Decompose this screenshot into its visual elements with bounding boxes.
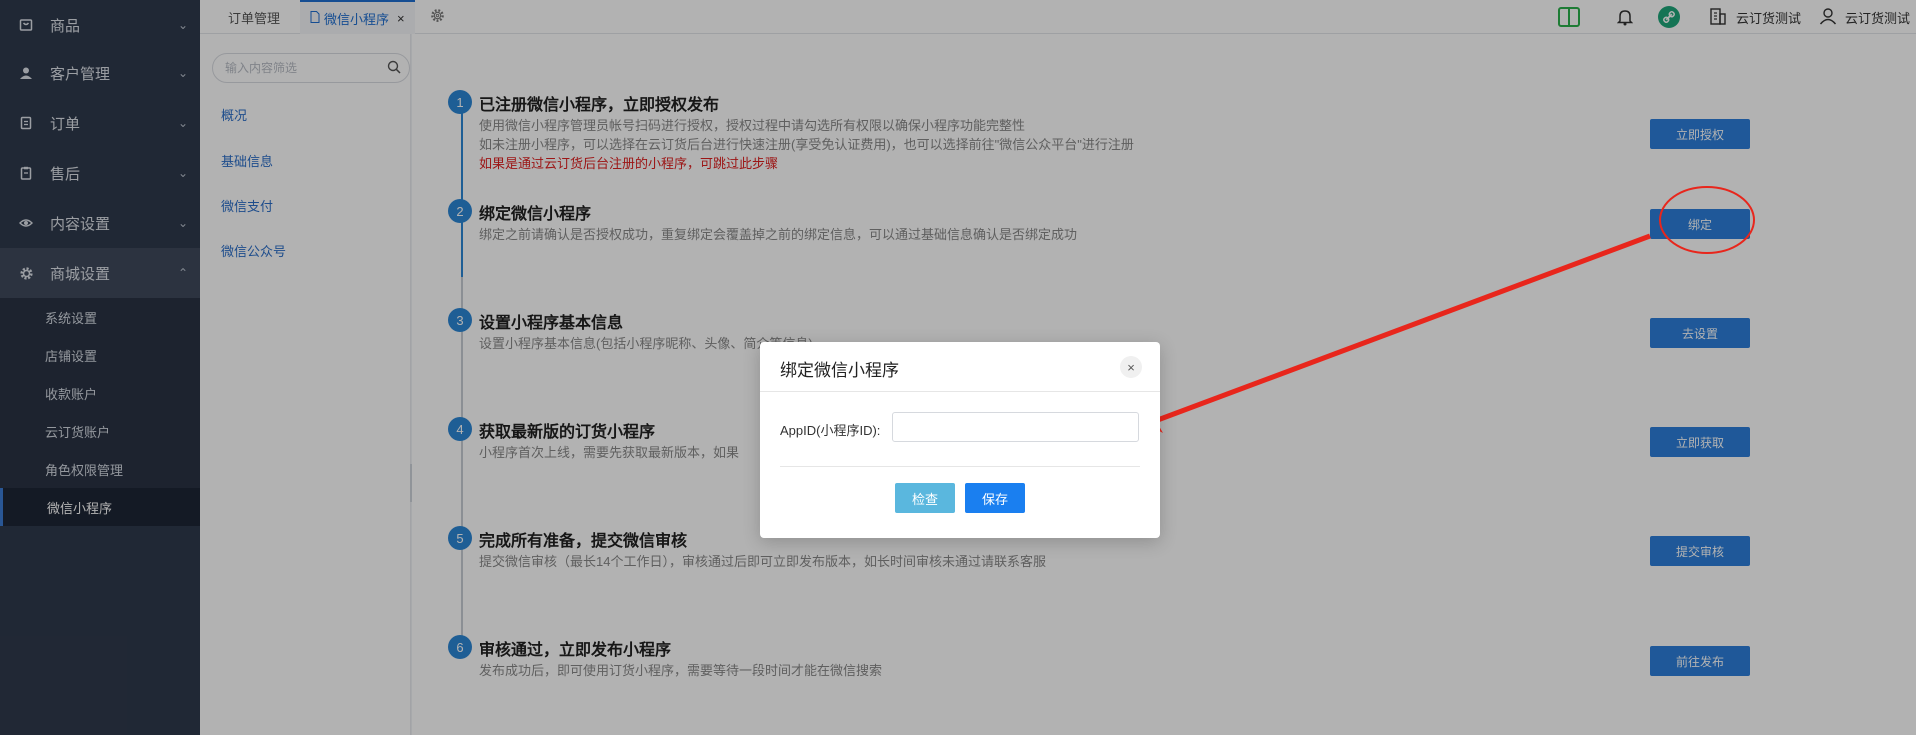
bind-miniprogram-dialog: 绑定微信小程序 × AppID(小程序ID): 检查 保存 bbox=[760, 342, 1160, 538]
appid-label: AppID(小程序ID): bbox=[780, 423, 881, 438]
check-button[interactable]: 检查 bbox=[895, 483, 955, 513]
appid-input[interactable] bbox=[892, 412, 1139, 442]
divider bbox=[760, 391, 1160, 392]
save-button[interactable]: 保存 bbox=[965, 483, 1025, 513]
divider bbox=[780, 466, 1140, 467]
close-icon[interactable]: × bbox=[1120, 356, 1142, 378]
dialog-title: 绑定微信小程序 bbox=[780, 361, 899, 380]
